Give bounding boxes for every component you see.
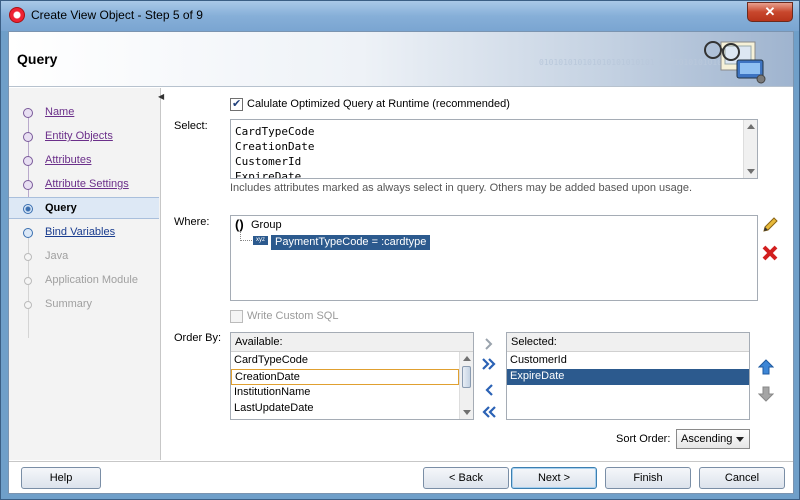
- nav-step-label: Name: [45, 106, 75, 118]
- window-title: Create View Object - Step 5 of 9: [31, 8, 203, 22]
- selected-item[interactable]: CustomerId: [507, 353, 749, 369]
- nav-step-label: Application Module: [45, 274, 138, 286]
- where-tree[interactable]: () Group xyz PaymentTypeCode = :cardtype: [230, 215, 758, 301]
- step-dot-icon: [24, 301, 32, 309]
- step-dot-icon: [24, 277, 32, 285]
- nav-step-label: Attributes: [45, 154, 92, 166]
- sort-order-value: Ascending: [681, 433, 733, 445]
- selected-list[interactable]: Selected: CustomerId ExpireDate: [506, 332, 750, 420]
- scroll-thumb[interactable]: [462, 366, 471, 388]
- chevron-left-icon[interactable]: [481, 382, 497, 398]
- nav-step-label: Bind Variables: [45, 226, 116, 238]
- select-line: CreationDate: [235, 140, 315, 153]
- available-list[interactable]: Available: CardTypeCode CreationDate Ins…: [230, 332, 474, 420]
- nav-step-summary: Summary: [9, 294, 159, 316]
- available-item[interactable]: LastUpdateDate: [231, 401, 459, 417]
- select-line: CardTypeCode: [235, 125, 315, 138]
- title-bar: Create View Object - Step 5 of 9 ✕: [1, 1, 799, 31]
- help-button[interactable]: Help: [21, 467, 101, 489]
- step-dot-icon: [23, 156, 33, 166]
- available-scrollbar[interactable]: [459, 352, 473, 419]
- nav-step-label: Java: [45, 250, 69, 262]
- red-x-icon[interactable]: [761, 244, 779, 262]
- step-dot-icon: [23, 108, 33, 118]
- arrow-up-icon[interactable]: [758, 359, 774, 375]
- page-title: Query: [17, 51, 58, 67]
- nav-step-entity-objects[interactable]: Entity Objects: [9, 126, 159, 148]
- selected-header: Selected:: [507, 333, 749, 352]
- dialog-window: Create View Object - Step 5 of 9 ✕ Query…: [0, 0, 800, 500]
- nav-step-java: Java: [9, 246, 159, 268]
- where-condition-node[interactable]: PaymentTypeCode = :cardtype: [271, 235, 431, 250]
- group-paren-icon: (): [235, 217, 244, 232]
- select-label: Select:: [174, 120, 208, 132]
- scroll-up-icon[interactable]: [747, 124, 755, 129]
- wizard-step-nav: Name Entity Objects Attributes Attribute…: [9, 88, 161, 460]
- scroll-down-icon[interactable]: [463, 410, 471, 415]
- chevron-right-icon: [485, 338, 493, 350]
- calc-optimized-checkbox[interactable]: [230, 97, 243, 111]
- nav-step-name[interactable]: Name: [9, 102, 159, 124]
- step-dot-icon: [23, 180, 33, 190]
- nav-step-application-module: Application Module: [9, 270, 159, 292]
- back-button[interactable]: < Back: [423, 467, 509, 489]
- arrow-down-icon: [758, 386, 774, 402]
- sort-order-select[interactable]: Ascending: [676, 429, 750, 449]
- nav-step-attribute-settings[interactable]: Attribute Settings: [9, 174, 159, 196]
- custom-sql-label: Write Custom SQL: [247, 310, 339, 322]
- scroll-down-icon[interactable]: [747, 169, 755, 174]
- nav-step-label: Attribute Settings: [45, 178, 129, 190]
- custom-sql-checkbox: [230, 310, 243, 323]
- step-dot-icon: [23, 228, 33, 238]
- scroll-up-icon[interactable]: [463, 356, 471, 361]
- condition-icon: xyz: [253, 236, 268, 245]
- nav-step-attributes[interactable]: Attributes: [9, 150, 159, 172]
- cancel-button[interactable]: Cancel: [699, 467, 785, 489]
- available-item[interactable]: CardTypeCode: [231, 353, 459, 369]
- glasses-monitor-icon: [704, 41, 766, 84]
- oracle-logo-icon: [9, 7, 25, 23]
- nav-step-label: Query: [45, 202, 77, 214]
- available-header: Available:: [231, 333, 473, 352]
- next-button[interactable]: Next >: [511, 467, 597, 489]
- select-hint: Includes attributes marked as always sel…: [230, 182, 693, 194]
- collapse-handle-icon[interactable]: ◀: [158, 92, 164, 102]
- pencil-icon[interactable]: [761, 216, 779, 234]
- wizard-header: Query 010101010101010101010101 010101010…: [9, 32, 793, 87]
- double-chevron-left-icon[interactable]: [481, 404, 497, 420]
- step-dot-current-icon: [23, 204, 33, 214]
- nav-step-query[interactable]: Query: [9, 197, 159, 219]
- close-button[interactable]: ✕: [747, 2, 793, 22]
- chevron-down-icon: [736, 437, 744, 442]
- select-line: ExpireDate: [235, 170, 302, 179]
- step-dot-icon: [24, 253, 32, 261]
- select-scrollbar[interactable]: [743, 120, 757, 178]
- wizard-footer: Help < Back Next > Finish Cancel: [9, 461, 793, 493]
- selected-item[interactable]: ExpireDate: [507, 369, 749, 385]
- where-group-node[interactable]: Group: [251, 219, 282, 231]
- nav-step-bind-variables[interactable]: Bind Variables: [9, 222, 159, 244]
- tree-connector: [240, 232, 252, 241]
- step-dot-icon: [23, 132, 33, 142]
- finish-button[interactable]: Finish: [605, 467, 691, 489]
- available-item[interactable]: CreationDate: [231, 369, 459, 385]
- select-line: CustomerId: [235, 155, 302, 168]
- available-item[interactable]: InstitutionName: [231, 385, 459, 401]
- order-by-label: Order By:: [174, 332, 222, 344]
- calc-optimized-label: Calulate Optimized Query at Runtime (rec…: [247, 98, 510, 110]
- nav-step-label: Summary: [45, 298, 93, 310]
- select-textarea[interactable]: CardTypeCode CreationDate CustomerId Exp…: [230, 119, 758, 179]
- double-chevron-right-icon[interactable]: [481, 356, 497, 372]
- where-label: Where:: [174, 216, 210, 228]
- dialog-client: Query 010101010101010101010101 010101010…: [8, 31, 794, 494]
- sort-order-label: Sort Order:: [616, 433, 671, 445]
- nav-step-label: Entity Objects: [45, 130, 113, 142]
